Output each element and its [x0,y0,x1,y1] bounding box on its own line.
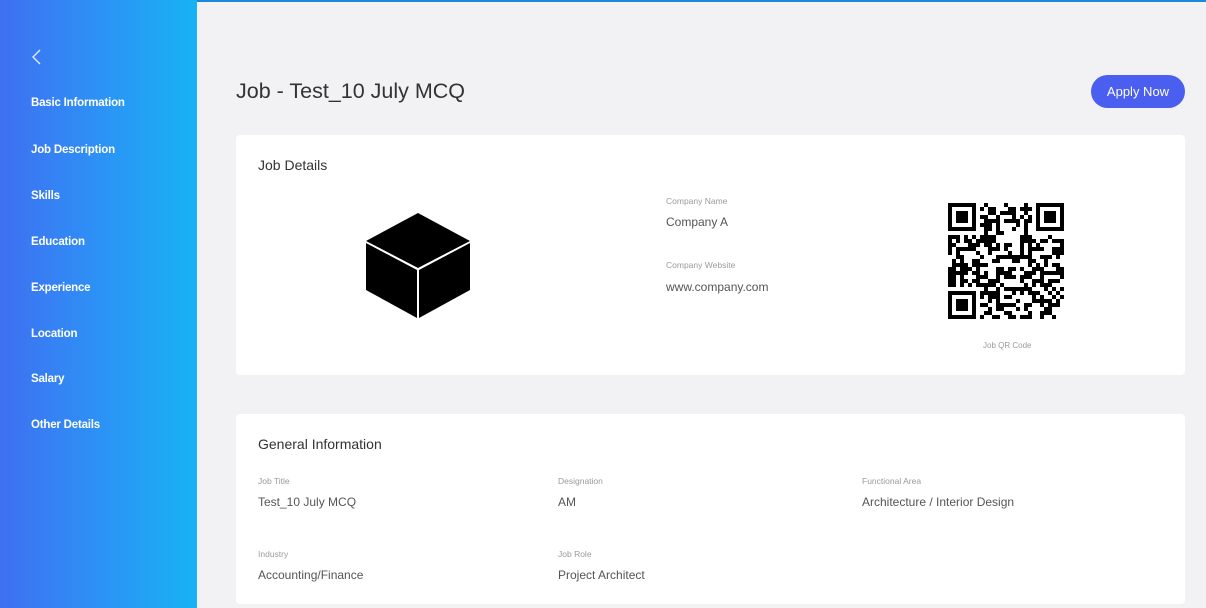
sidebar-item-education[interactable]: Education [31,236,85,248]
industry-label: Industry [258,549,289,559]
general-information-title: General Information [258,436,382,452]
job-details-title: Job Details [258,157,328,173]
company-name-value: Company A [666,215,729,229]
sidebar-item-job-description[interactable]: Job Description [31,144,115,156]
cube-icon [365,213,471,318]
designation-label: Designation [558,476,603,486]
qr-code-caption: Job QR Code [983,341,1032,350]
general-information-card: General Information Job Title Test_10 Ju… [236,414,1185,604]
company-website-value: www.company.com [666,280,769,294]
chevron-left-icon[interactable] [30,47,44,67]
sidebar-item-location[interactable]: Location [31,328,78,340]
industry-value: Accounting/Finance [258,568,364,582]
sidebar-item-basic-information[interactable]: Basic Information [31,97,125,109]
job-title-value: Test_10 July MCQ [258,495,357,509]
sidebar-item-experience[interactable]: Experience [31,282,91,294]
apply-now-button[interactable]: Apply Now [1091,75,1185,108]
sidebar-item-salary[interactable]: Salary [31,373,65,385]
company-name-label: Company Name [666,196,728,206]
designation-value: AM [558,495,576,509]
functional-area-value: Architecture / Interior Design [862,495,1015,509]
job-role-label: Job Role [558,549,592,559]
functional-area-label: Functional Area [862,476,922,486]
sidebar: Basic Information Job Description Skills… [0,0,197,608]
job-role-value: Project Architect [558,568,645,582]
job-title-label: Job Title [258,476,290,486]
job-details-card: Job Details Company Name Company A Compa… [236,135,1185,375]
sidebar-item-skills[interactable]: Skills [31,190,60,202]
sidebar-item-other-details[interactable]: Other Details [31,419,100,431]
company-website-label: Company Website [666,260,736,270]
page-title: Job - Test_10 July MCQ [236,79,466,103]
job-qr-code [948,203,1064,319]
